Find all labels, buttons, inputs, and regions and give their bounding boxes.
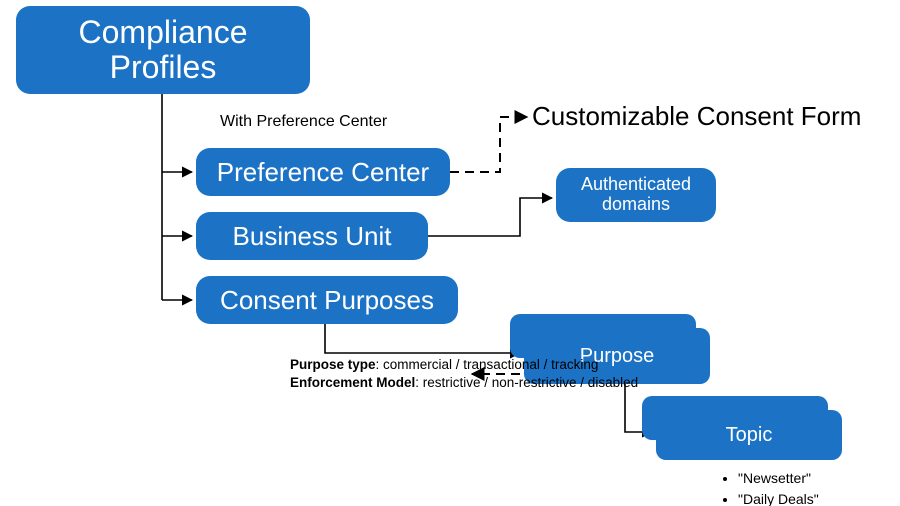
label-purpose-meta: Purpose type: commercial / transactional… [290, 356, 638, 392]
meta-key: Enforcement Model [290, 375, 415, 390]
node-business-unit: Business Unit [196, 212, 428, 260]
node-topic: Topic [656, 410, 842, 460]
node-compliance-profiles: Compliance Profiles [16, 6, 310, 94]
node-label: Authenticated domains [566, 175, 706, 215]
list-item: "Daily Deals" [738, 489, 819, 506]
topic-examples-list: "Newsetter" "Daily Deals" [720, 468, 819, 506]
node-label: Topic [726, 424, 773, 446]
meta-val: : commercial / transactional / tracking [376, 357, 599, 372]
meta-key: Purpose type [290, 357, 376, 372]
node-authenticated-domains: Authenticated domains [556, 168, 716, 222]
label-customizable-consent-form: Customizable Consent Form [532, 101, 861, 132]
list-item: "Newsetter" [738, 468, 819, 489]
node-label: Preference Center [217, 158, 429, 187]
meta-val: : restrictive / non-restrictive / disabl… [415, 375, 638, 390]
node-label: Business Unit [233, 222, 392, 251]
node-label: Compliance Profiles [26, 15, 300, 85]
label-with-preference-center: With Preference Center [220, 113, 387, 131]
node-consent-purposes: Consent Purposes [196, 276, 458, 324]
node-preference-center: Preference Center [196, 148, 450, 196]
node-label: Consent Purposes [220, 286, 434, 315]
